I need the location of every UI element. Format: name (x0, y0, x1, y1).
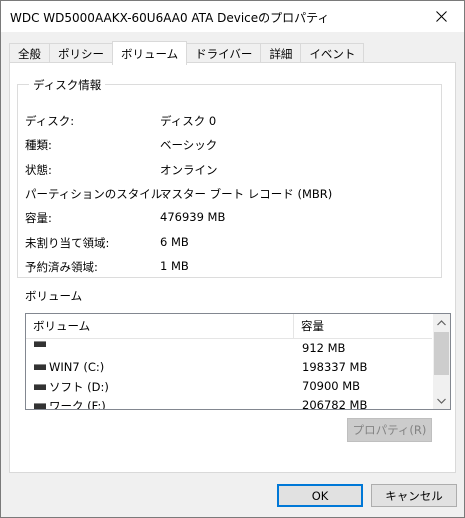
chevron-up-icon (437, 319, 446, 325)
tab-events[interactable]: イベント (300, 43, 365, 64)
list-item[interactable]: WIN7 (C:) 198337 MB (26, 358, 432, 377)
close-button[interactable] (418, 1, 464, 32)
window-title: WDC WD5000AAKX-60U6AA0 ATA Deviceのプロパティ (10, 11, 330, 25)
drive-icon (34, 403, 46, 409)
drive-icon (34, 364, 46, 370)
reserved-label: 予約済み領域: (25, 260, 98, 274)
properties-button[interactable]: プロパティ(R) (347, 418, 432, 442)
title-bar: WDC WD5000AAKX-60U6AA0 ATA Deviceのプロパティ (1, 1, 464, 32)
scroll-up-button[interactable] (433, 314, 450, 331)
volume-capacity: 70900 MB (302, 379, 361, 393)
volume-name: ソフト (D:) (49, 380, 109, 394)
disk-info-title: ディスク情報 (29, 77, 106, 93)
list-item[interactable]: ソフト (D:) 70900 MB (26, 377, 432, 396)
capacity-label: 容量: (25, 211, 52, 225)
disk-value: ディスク 0 (160, 114, 217, 128)
drive-icon (34, 384, 46, 390)
volumes-label: ボリューム (25, 289, 83, 303)
volume-capacity: 198337 MB (302, 360, 368, 374)
unallocated-value: 6 MB (160, 235, 189, 249)
disk-label: ディスク: (25, 114, 75, 128)
scroll-thumb[interactable] (434, 332, 449, 375)
tab-volumes[interactable]: ボリューム (112, 41, 188, 65)
close-icon (435, 11, 447, 22)
list-header: ボリューム 容量 (26, 314, 432, 339)
tab-driver[interactable]: ドライバー (186, 43, 262, 64)
list-item[interactable]: 912 MB (26, 339, 432, 358)
chevron-down-icon (437, 398, 446, 404)
scroll-down-button[interactable] (433, 392, 450, 409)
drive-icon (34, 341, 46, 347)
capacity-value: 476939 MB (160, 210, 226, 224)
tab-policies[interactable]: ポリシー (49, 43, 113, 64)
column-header-volume[interactable]: ボリューム (26, 314, 294, 338)
tab-strip: 全般 ポリシー ボリューム ドライバー 詳細 イベント (9, 41, 365, 65)
status-value: オンライン (160, 163, 218, 177)
partition-style-value: マスター ブート レコード (MBR) (160, 187, 333, 201)
vertical-scrollbar[interactable] (433, 314, 450, 409)
properties-dialog: WDC WD5000AAKX-60U6AA0 ATA Deviceのプロパティ … (0, 0, 465, 518)
unallocated-label: 未割り当て領域: (25, 236, 110, 250)
cancel-button[interactable]: キャンセル (371, 484, 457, 507)
type-value: ベーシック (160, 138, 218, 152)
volume-capacity: 206782 MB (302, 398, 368, 410)
volume-capacity: 912 MB (302, 341, 346, 355)
partition-style-label: パーティションのスタイル: (25, 187, 167, 201)
volume-name: WIN7 (C:) (49, 360, 105, 374)
reserved-value: 1 MB (160, 259, 189, 273)
type-label: 種類: (25, 138, 52, 152)
ok-button[interactable]: OK (277, 484, 363, 507)
column-header-capacity[interactable]: 容量 (294, 314, 432, 338)
volume-name: ワーク (F:) (49, 399, 106, 410)
list-item[interactable]: ワーク (F:) 206782 MB (26, 396, 432, 410)
tab-general[interactable]: 全般 (9, 43, 50, 64)
volumes-list[interactable]: ボリューム 容量 912 MB WIN7 (C:) 198337 MB ソフト … (25, 313, 451, 410)
tab-details[interactable]: 詳細 (260, 43, 302, 64)
status-label: 状態: (25, 163, 52, 177)
